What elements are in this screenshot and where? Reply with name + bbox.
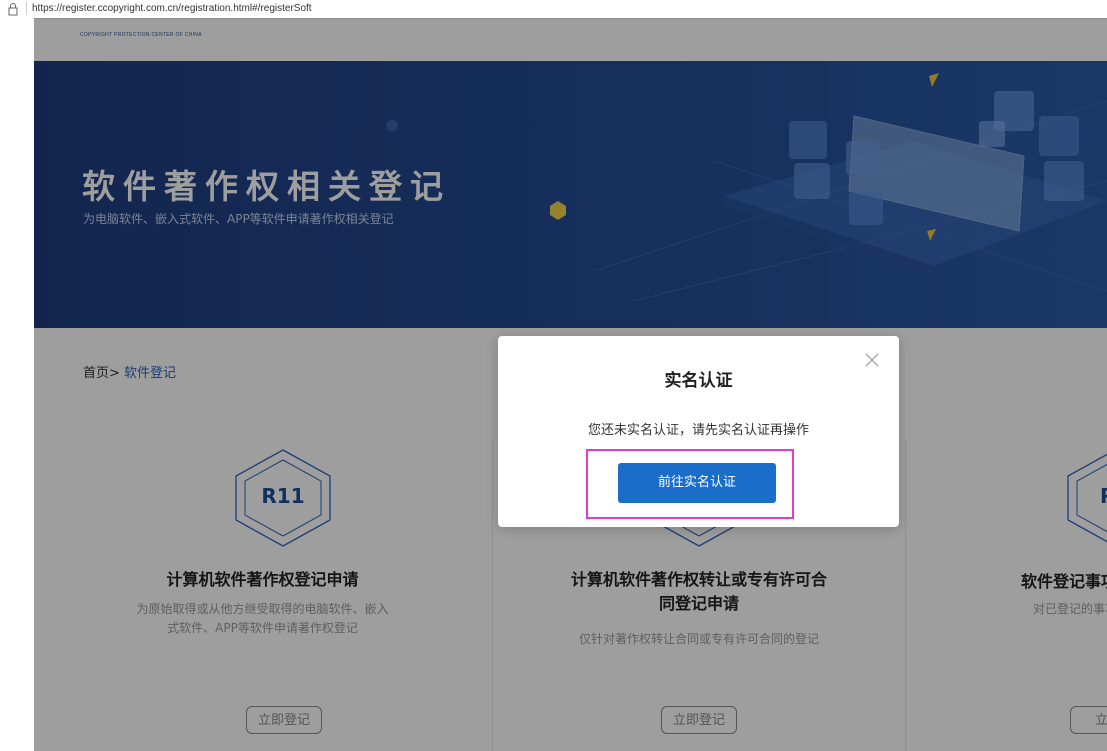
address-separator [26,2,27,15]
close-icon[interactable] [864,352,880,368]
highlight-annotation [586,449,794,519]
dialog-message: 您还未实名认证，请先实名认证再操作 [587,423,809,438]
url-text[interactable]: https://register.ccopyright.com.cn/regis… [32,2,312,15]
address-bar[interactable]: https://register.ccopyright.com.cn/regis… [0,0,1107,18]
lock-icon [8,3,18,16]
dialog-title: 实名认证 [664,371,733,391]
